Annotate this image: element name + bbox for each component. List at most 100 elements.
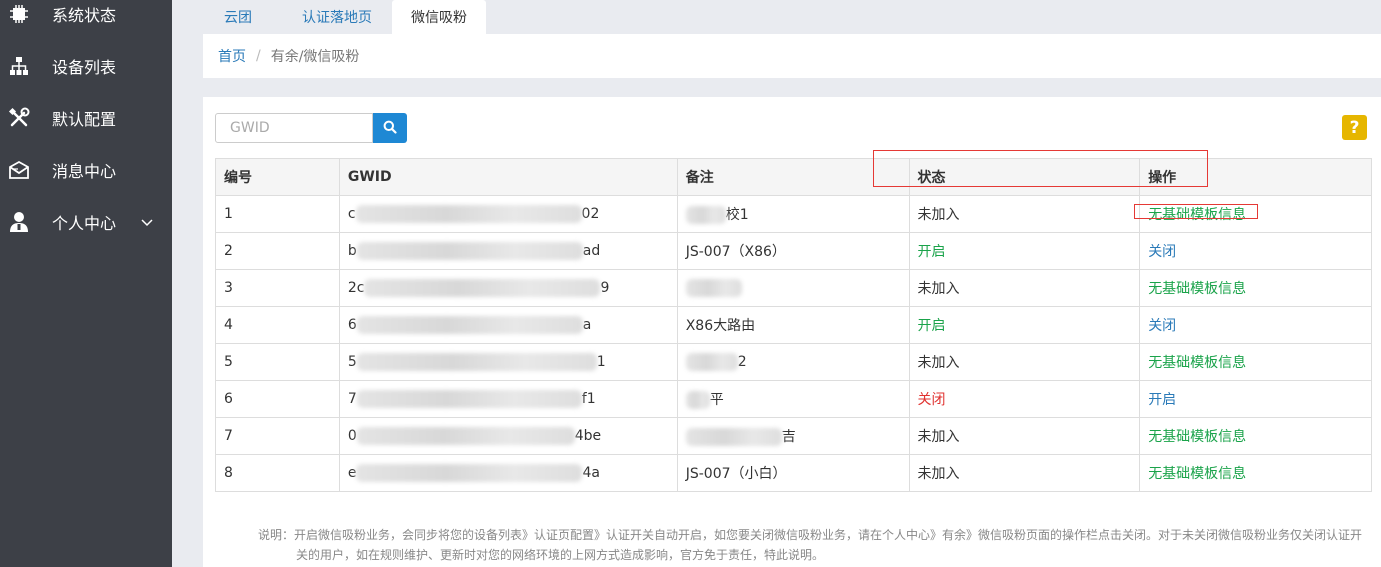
action-link[interactable]: 开启 [1148,392,1176,408]
footnote-label: 说明： [258,528,295,542]
sitemap-icon [8,55,30,77]
redacted-blur [364,279,601,297]
help-button[interactable]: ? [1342,115,1367,140]
search-icon [383,120,397,137]
footnote-line-1: 开启微信吸粉业务，会同步将您的设备列表》认证页配置》认证开关自动开启，如您要关闭… [294,528,1363,542]
sidebar-item-message-center[interactable]: 消息中心 [0,150,172,190]
tab-cloud-group[interactable]: 云团 [210,0,266,34]
breadcrumb-home-link[interactable]: 首页 [218,46,246,66]
breadcrumb-current: 有余/微信吸粉 [270,49,360,65]
gwid-end: a [582,317,592,333]
column-header-status: 状态 [908,158,1141,196]
cell-action: 无基础模板信息 [1139,269,1372,307]
table-row: 5 51 2 未加入 无基础模板信息 [215,343,1372,381]
cell-action: 关闭 [1139,306,1372,344]
gwid-end: 02 [581,206,600,222]
chevron-down-icon [140,214,154,228]
cell-gwid: b ad [338,232,678,270]
redacted-blur [356,464,583,482]
sidebar-item-label: 默认配置 [52,110,117,129]
action-link[interactable]: 无基础模板信息 [1148,207,1246,223]
cell-gwid: 51 [338,343,678,381]
cell-id: 1 [215,195,340,233]
redacted-blur [356,316,583,334]
table-row: 4 6a X86大路由 开启 关闭 [215,306,1372,344]
redacted-blur [685,428,782,446]
cell-note: X86大路由 [676,306,910,344]
cell-gwid: 2c 9 [338,269,678,307]
breadcrumb: 首页 / 有余/微信吸粉 [203,34,1381,78]
sidebar-item-label: 系统状态 [52,6,117,25]
cell-status: 未加入 [908,195,1141,233]
cell-id: 3 [215,269,340,307]
gwid-end: 4be [574,428,602,444]
action-link[interactable]: 无基础模板信息 [1148,466,1246,482]
cell-note: 校1 [676,195,910,233]
cell-status: 关闭 [908,380,1141,418]
gwid-start: c [347,206,356,222]
cell-status: 未加入 [908,269,1141,307]
action-link[interactable]: 关闭 [1148,318,1176,334]
search-bar [215,113,407,143]
action-link[interactable]: 无基础模板信息 [1148,355,1246,371]
gwid-start: 6 [347,317,357,333]
cell-action: 无基础模板信息 [1139,417,1372,455]
cell-gwid: e 4a [338,454,678,492]
action-link[interactable]: 无基础模板信息 [1148,429,1246,445]
gwid-start: b [347,243,357,259]
redacted-blur [685,279,742,297]
action-link[interactable]: 关闭 [1148,244,1176,260]
gwid-start: 7 [347,391,357,407]
chip-icon [8,3,30,25]
gwid-end: ad [582,243,601,259]
cell-action: 无基础模板信息 [1139,343,1372,381]
redacted-blur [356,353,597,371]
table-row: 2 b ad JS-007（X86） 开启 关闭 [215,232,1372,270]
cell-status: 开启 [908,232,1141,270]
note-end: 校1 [725,207,749,223]
sidebar-item-system-status[interactable]: 系统状态 [0,0,172,34]
table-row: 8 e 4a JS-007（小白） 未加入 无基础模板信息 [215,454,1372,492]
gwid-start: 0 [347,428,357,444]
sidebar-item-default-config[interactable]: 默认配置 [0,98,172,138]
sidebar-item-device-list[interactable]: 设备列表 [0,46,172,86]
main-panel: ? 编号 GWID 备注 状态 操作 1 c02 校1 未加入 无基础模板信息 … [203,97,1381,567]
gwid-end: 1 [596,354,606,370]
cell-status: 开启 [908,306,1141,344]
sidebar-item-personal-center[interactable]: 个人中心 [0,202,172,242]
gwid-start: 2c [347,280,365,296]
cell-note: JS-007（小白） [676,454,910,492]
cell-gwid: 7 f1 [338,380,678,418]
cell-note: 平 [676,380,910,418]
cell-action: 无基础模板信息 [1139,195,1372,233]
table-header-row: 编号 GWID 备注 状态 操作 [215,158,1372,196]
search-button[interactable] [373,113,407,143]
gwid-start: 5 [347,354,357,370]
cell-status: 未加入 [908,343,1141,381]
table-row: 6 7 f1 平 关闭 开启 [215,380,1372,418]
search-input[interactable] [215,113,373,143]
device-table: 编号 GWID 备注 状态 操作 1 c 02 校1 未加入 无基础模板信息 2 … [215,158,1372,492]
cell-note: 2 [676,343,910,381]
column-header-gwid: GWID [338,158,678,196]
tab-auth-landing[interactable]: 认证落地页 [284,0,390,34]
cell-id: 7 [215,417,340,455]
tools-icon [8,107,30,129]
redacted-blur [356,390,582,408]
note-end: 平 [709,392,724,408]
gwid-start: e [347,465,357,481]
footnote: 说明：开启微信吸粉业务，会同步将您的设备列表》认证页配置》认证开关自动开启，如您… [258,525,1373,565]
note-end: 吉 [781,429,796,445]
footnote-line-2: 关的用户，如在规则维护、更新时对您的网络环境的上网方式造成影响，官方免于责任，特… [296,548,825,562]
tab-wechat-fans[interactable]: 微信吸粉 [392,0,486,34]
action-link[interactable]: 无基础模板信息 [1148,281,1246,297]
redacted-blur [355,205,582,223]
gwid-end: f1 [581,391,596,407]
redacted-blur [356,242,583,260]
user-icon [8,211,30,233]
sidebar: 系统状态 设备列表 默认配置 消息中心 个人中心 [0,0,172,567]
cell-note: JS-007（X86） [676,232,910,270]
gwid-end: 4a [582,465,600,481]
column-header-action: 操作 [1139,158,1372,196]
cell-gwid: 6a [338,306,678,344]
